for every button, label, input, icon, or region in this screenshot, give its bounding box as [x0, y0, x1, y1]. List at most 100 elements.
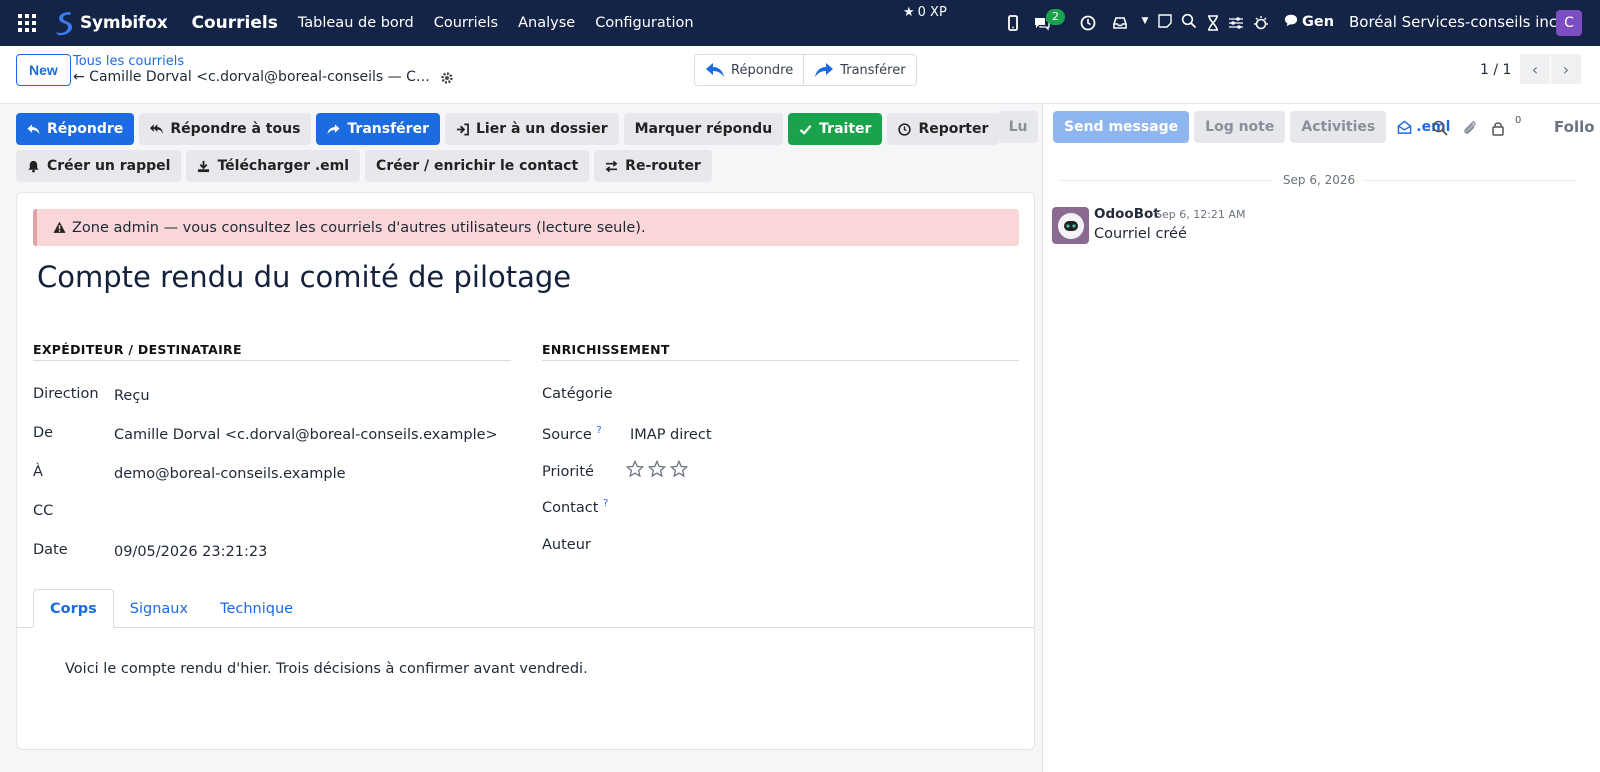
gen-chat[interactable]: Gen	[1284, 13, 1334, 31]
pager-value[interactable]: 1 / 1	[1480, 62, 1511, 78]
email-subject: Compte rendu du comité de pilotage	[37, 260, 572, 294]
from-label: De	[33, 425, 54, 441]
date-separator-label: Sep 6, 2026	[1282, 173, 1356, 187]
menu-item-emails[interactable]: Courriels	[434, 15, 498, 31]
gen-label: Gen	[1302, 14, 1335, 30]
bug-icon[interactable]	[1252, 14, 1270, 32]
message-body: Courriel créé	[1094, 226, 1187, 242]
pager-previous-icon[interactable]: ‹	[1520, 54, 1550, 84]
log-note-button[interactable]: Log note	[1194, 111, 1286, 143]
pager-buttons: ‹ ›	[1520, 54, 1581, 84]
snooze-button[interactable]: Reporter	[887, 113, 1000, 145]
exchange-icon	[605, 160, 618, 172]
mobile-icon[interactable]	[1004, 14, 1022, 32]
reroute-button[interactable]: Re-router	[594, 150, 712, 182]
date-separator-line	[1061, 179, 1273, 181]
direction-value: Reçu	[114, 388, 150, 404]
to-value: demo@boreal-conseils.example	[114, 466, 346, 482]
create-reminder-button[interactable]: Créer un rappel	[16, 150, 182, 182]
chat-bubble-icon	[1284, 13, 1298, 31]
check-icon	[799, 124, 812, 135]
notebook-tabs: Corps Signaux Technique	[33, 589, 309, 628]
priority-stars	[626, 460, 688, 478]
header-forward-label: Transférer	[840, 62, 906, 78]
clock-icon	[898, 122, 912, 136]
breadcrumb-all-emails[interactable]: Tous les courriels	[73, 54, 184, 69]
section-enrichment: ENRICHISSEMENT	[542, 342, 1019, 361]
process-button[interactable]: Traiter	[788, 113, 883, 145]
priority-star-icon[interactable]	[626, 460, 644, 478]
hourglass-icon[interactable]	[1204, 14, 1222, 32]
tab-signals[interactable]: Signaux	[114, 589, 204, 628]
brand-logo-icon	[56, 12, 72, 36]
header-reply-button[interactable]: Répondre	[695, 55, 803, 85]
menu-item-analysis[interactable]: Analyse	[518, 15, 575, 31]
source-help-icon[interactable]: ?	[596, 425, 601, 436]
note-icon[interactable]	[1156, 12, 1174, 30]
company-switcher[interactable]: Boréal Services-conseils inc.	[1349, 13, 1562, 31]
header-reply-label: Répondre	[731, 62, 794, 78]
priority-star-icon[interactable]	[648, 460, 666, 478]
forward-button[interactable]: Transférer	[316, 113, 440, 145]
contact-help-icon[interactable]: ?	[603, 498, 608, 509]
inbox-icon[interactable]	[1111, 14, 1129, 32]
activity-clock-icon[interactable]	[1079, 14, 1097, 32]
bell-icon	[28, 160, 39, 173]
sign-in-icon	[456, 123, 469, 135]
lock-icon[interactable]	[1490, 120, 1506, 136]
link-to-case-button[interactable]: Lier à un dossier	[444, 113, 619, 145]
menu-item-dashboard[interactable]: Tableau de bord	[298, 15, 414, 31]
chatter-toolbar: Lu Send message Log note Activities .eml	[998, 111, 1450, 143]
date-separator-line	[1365, 179, 1578, 181]
tab-body[interactable]: Corps	[33, 589, 114, 628]
reply-all-button[interactable]: Répondre à tous	[139, 113, 312, 145]
activities-button[interactable]: Activities	[1290, 111, 1387, 143]
priority-label: Priorité	[542, 464, 594, 480]
main-menu: Tableau de bord Courriels Analyse Config…	[298, 15, 694, 31]
robot-icon	[1057, 212, 1084, 239]
send-message-button[interactable]: Send message	[1053, 111, 1190, 143]
search-icon[interactable]	[1432, 120, 1448, 136]
download-icon	[198, 160, 210, 172]
warning-icon	[53, 221, 66, 233]
tab-technical[interactable]: Technique	[204, 589, 309, 628]
reply-icon	[706, 63, 724, 77]
chatter-panel: Lu Send message Log note Activities .eml…	[998, 104, 1600, 772]
app-name[interactable]: Courriels	[191, 13, 277, 33]
download-eml-button[interactable]: Télécharger .eml	[186, 150, 361, 182]
reply-all-icon	[150, 123, 164, 134]
followers-count: 0	[1515, 115, 1522, 126]
reply-button[interactable]: Répondre	[16, 113, 135, 145]
sliders-icon[interactable]	[1227, 14, 1245, 32]
priority-star-icon[interactable]	[670, 460, 688, 478]
pager-next-icon[interactable]: ›	[1551, 54, 1581, 84]
new-button[interactable]: New	[16, 54, 71, 86]
mark-replied-button[interactable]: Marquer répondu	[623, 113, 784, 145]
message-author[interactable]: OdooBot	[1094, 206, 1160, 222]
follow-button[interactable]: Follo	[1554, 118, 1600, 136]
admin-alert: Zone admin — vous consultez les courriel…	[33, 209, 1019, 246]
mark-read-button[interactable]: Lu	[998, 111, 1038, 143]
search-icon[interactable]	[1180, 12, 1198, 30]
header-reply-group: Répondre Transférer	[694, 54, 917, 86]
date-value: 09/05/2026 23:21:23	[114, 544, 268, 560]
reply-icon	[27, 123, 40, 134]
to-label: À	[33, 464, 43, 480]
menu-item-configuration[interactable]: Configuration	[595, 15, 693, 31]
source-value: IMAP direct	[630, 427, 712, 443]
action-buttons-row-1: Répondre Répondre à tous Transférer Lier…	[16, 113, 1000, 145]
brand[interactable]: Symbifox	[54, 10, 168, 36]
user-avatar[interactable]: C	[1556, 10, 1582, 36]
create-enrich-contact-button[interactable]: Créer / enrichir le contact	[365, 150, 590, 182]
star-icon: ★	[903, 5, 915, 20]
header-forward-button[interactable]: Transférer	[803, 55, 915, 85]
xp-counter[interactable]: ★ 0 XP	[903, 5, 947, 20]
date-separator: Sep 6, 2026	[1061, 173, 1578, 187]
apps-grid-icon[interactable]	[0, 0, 54, 46]
envelope-open-icon	[1397, 120, 1412, 134]
odoobot-avatar[interactable]	[1052, 207, 1089, 244]
message-time: Sep 6, 12:21 AM	[1155, 208, 1246, 221]
caret-down-icon[interactable]: ▼	[1136, 12, 1154, 30]
paperclip-icon[interactable]	[1462, 120, 1478, 136]
gear-icon[interactable]	[440, 71, 454, 85]
